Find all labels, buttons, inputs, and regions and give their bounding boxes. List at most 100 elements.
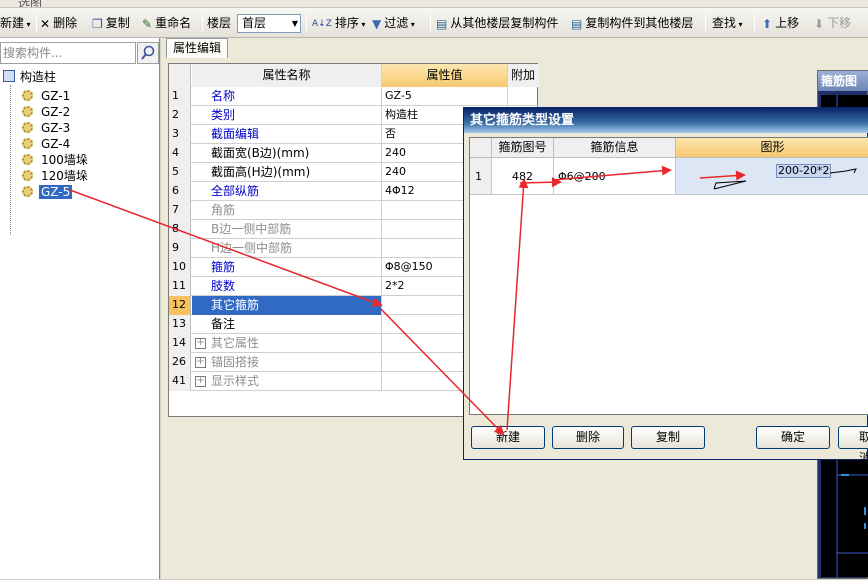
tree-root-structural-column[interactable]: 构造柱: [3, 69, 56, 85]
property-grid-header: 属性名称 属性值 附加: [169, 64, 539, 87]
property-name: 其它箍筋: [211, 298, 260, 312]
gear-icon: [22, 186, 33, 197]
stirrup-shape-cell[interactable]: 200-20*2: [676, 158, 868, 195]
tab-property-edit[interactable]: 属性编辑: [166, 38, 228, 58]
tree-item-label: GZ-1: [41, 89, 71, 103]
copy-from-floor-icon: ▤: [436, 16, 448, 31]
property-name-cell: 名称: [192, 87, 382, 106]
stirrup-shape-no-cell[interactable]: 482: [492, 158, 554, 195]
separator: [306, 14, 307, 32]
row-number: 10: [169, 258, 191, 277]
copy-button[interactable]: 复制: [631, 426, 705, 449]
tree-item-label: GZ-4: [41, 137, 71, 151]
row-number: 5: [169, 163, 191, 182]
tree-item-gz-2[interactable]: GZ-2: [22, 104, 72, 120]
tree-item-gz-1[interactable]: GZ-1: [22, 88, 72, 104]
copy-from-floor-button[interactable]: ▤ 从其他楼层复制构件: [436, 13, 558, 33]
row-number: 13: [169, 315, 191, 334]
property-name: H边一侧中部筋: [211, 241, 293, 255]
move-up-label: 上移: [775, 16, 800, 30]
rename-button[interactable]: ✎ 重命名: [142, 13, 191, 33]
rename-label: 重命名: [155, 16, 192, 30]
row-number: 12: [169, 296, 191, 315]
property-name: 其它属性: [211, 336, 260, 350]
filter-label: 过滤: [384, 16, 409, 30]
search-input[interactable]: 搜索构件...: [0, 42, 136, 64]
property-name-cell: B边一侧中部筋: [192, 220, 382, 239]
column-category-icon: [3, 70, 15, 82]
row-number: 11: [169, 277, 191, 296]
expand-icon[interactable]: +: [195, 357, 206, 368]
search-icon: [141, 45, 155, 60]
property-name-cell: 备注: [192, 315, 382, 334]
gear-icon: [22, 122, 33, 133]
sort-label: 排序: [334, 16, 359, 30]
move-down-label: 下移: [827, 16, 852, 30]
property-name: 肢数: [211, 279, 236, 293]
property-name-cell: 肢数: [192, 277, 382, 296]
top-clipped-toolbar: 选图: [0, 0, 868, 8]
row-number: 2: [169, 106, 191, 125]
property-extra-cell[interactable]: [508, 87, 539, 106]
find-label: 查找: [712, 16, 737, 30]
sort-button[interactable]: A↓Z 排序 ▾: [312, 13, 365, 33]
stirrup-info-cell[interactable]: Φ6@200: [554, 158, 676, 195]
column-header-info: 箍筋信息: [554, 138, 676, 158]
filter-icon: ▼: [372, 16, 382, 31]
property-name: B边一侧中部筋: [211, 222, 292, 236]
floor-select[interactable]: 首层 ▼: [237, 14, 301, 33]
property-row[interactable]: 1 名称 GZ-5: [169, 87, 539, 106]
main-toolbar: 新建 ▾ ✕ 删除 ❐ 复制 ✎ 重命名 楼层 首层 ▼ A↓Z 排序 ▾ ▼ 过滤 ▾ ▤…: [0, 8, 868, 38]
property-name: 备注: [211, 317, 236, 331]
separator: [705, 14, 706, 32]
delete-button[interactable]: 删除: [552, 426, 624, 449]
copy-to-floor-button[interactable]: ▤ 复制构件到其他楼层: [571, 13, 693, 33]
copy-icon: ❐: [92, 16, 103, 31]
filter-button[interactable]: ▼ 过滤 ▾: [372, 13, 415, 33]
floor-value: 首层: [242, 16, 267, 30]
delete-icon: ✕: [40, 16, 51, 31]
property-name: 箍筋: [211, 260, 236, 274]
separator: [430, 14, 431, 32]
tree-item-wall-pier-120[interactable]: 120墙垛: [22, 168, 90, 184]
component-tree-panel: 搜索构件... 构造柱 GZ-1 GZ-2 GZ-3 GZ-4 100墙垛 12…: [0, 38, 160, 579]
row-number: 26: [169, 353, 191, 372]
tree-item-gz-4[interactable]: GZ-4: [22, 136, 72, 152]
search-button[interactable]: [137, 42, 159, 64]
property-value-cell[interactable]: GZ-5: [382, 87, 508, 106]
find-button[interactable]: 查找 ▾: [712, 13, 743, 33]
tree-item-label: GZ-5: [39, 185, 73, 199]
row-number-header: [470, 138, 492, 158]
arrow-up-icon: ⬆: [762, 16, 773, 31]
chevron-down-icon: ▾: [24, 20, 31, 29]
chevron-down-icon: ▾: [408, 20, 415, 29]
move-down-button[interactable]: ⬇ 下移: [814, 13, 851, 33]
property-name: 截面高(H边)(mm): [211, 165, 311, 179]
ok-button[interactable]: 确定: [756, 426, 830, 449]
cancel-button[interactable]: 取消: [838, 426, 868, 465]
copy-to-floor-icon: ▤: [571, 16, 583, 31]
property-name-cell: 角筋: [192, 201, 382, 220]
expand-icon[interactable]: +: [195, 338, 206, 349]
expand-icon[interactable]: +: [195, 376, 206, 387]
row-number: 14: [169, 334, 191, 353]
search-placeholder: 搜索构件...: [3, 46, 63, 60]
tree-item-label: 120墙垛: [41, 169, 88, 183]
chevron-down-icon: ▾: [736, 20, 743, 29]
gear-icon: [22, 106, 33, 117]
copy-button[interactable]: ❐ 复制: [92, 13, 130, 33]
delete-button[interactable]: ✕ 删除: [40, 13, 77, 33]
tree-root-label: 构造柱: [20, 70, 57, 84]
other-stirrup-dialog: 其它箍筋类型设置 箍筋图号 箍筋信息 图形 1 482 Φ6@200 200-2…: [463, 107, 868, 465]
row-number: 41: [169, 372, 191, 391]
dialog-title: 其它箍筋类型设置: [464, 108, 868, 133]
move-up-button[interactable]: ⬆ 上移: [762, 13, 799, 33]
property-name-cell: + 锚固搭接: [192, 353, 382, 372]
tree-item-gz-3[interactable]: GZ-3: [22, 120, 72, 136]
tree-item-gz-5[interactable]: GZ-5: [22, 184, 73, 200]
new-button[interactable]: 新建 ▾: [0, 13, 31, 33]
new-button[interactable]: 新建: [471, 426, 545, 449]
top-clipped-label: 选图: [18, 0, 43, 8]
rename-icon: ✎: [142, 16, 153, 31]
tree-item-wall-pier-100[interactable]: 100墙垛: [22, 152, 90, 168]
